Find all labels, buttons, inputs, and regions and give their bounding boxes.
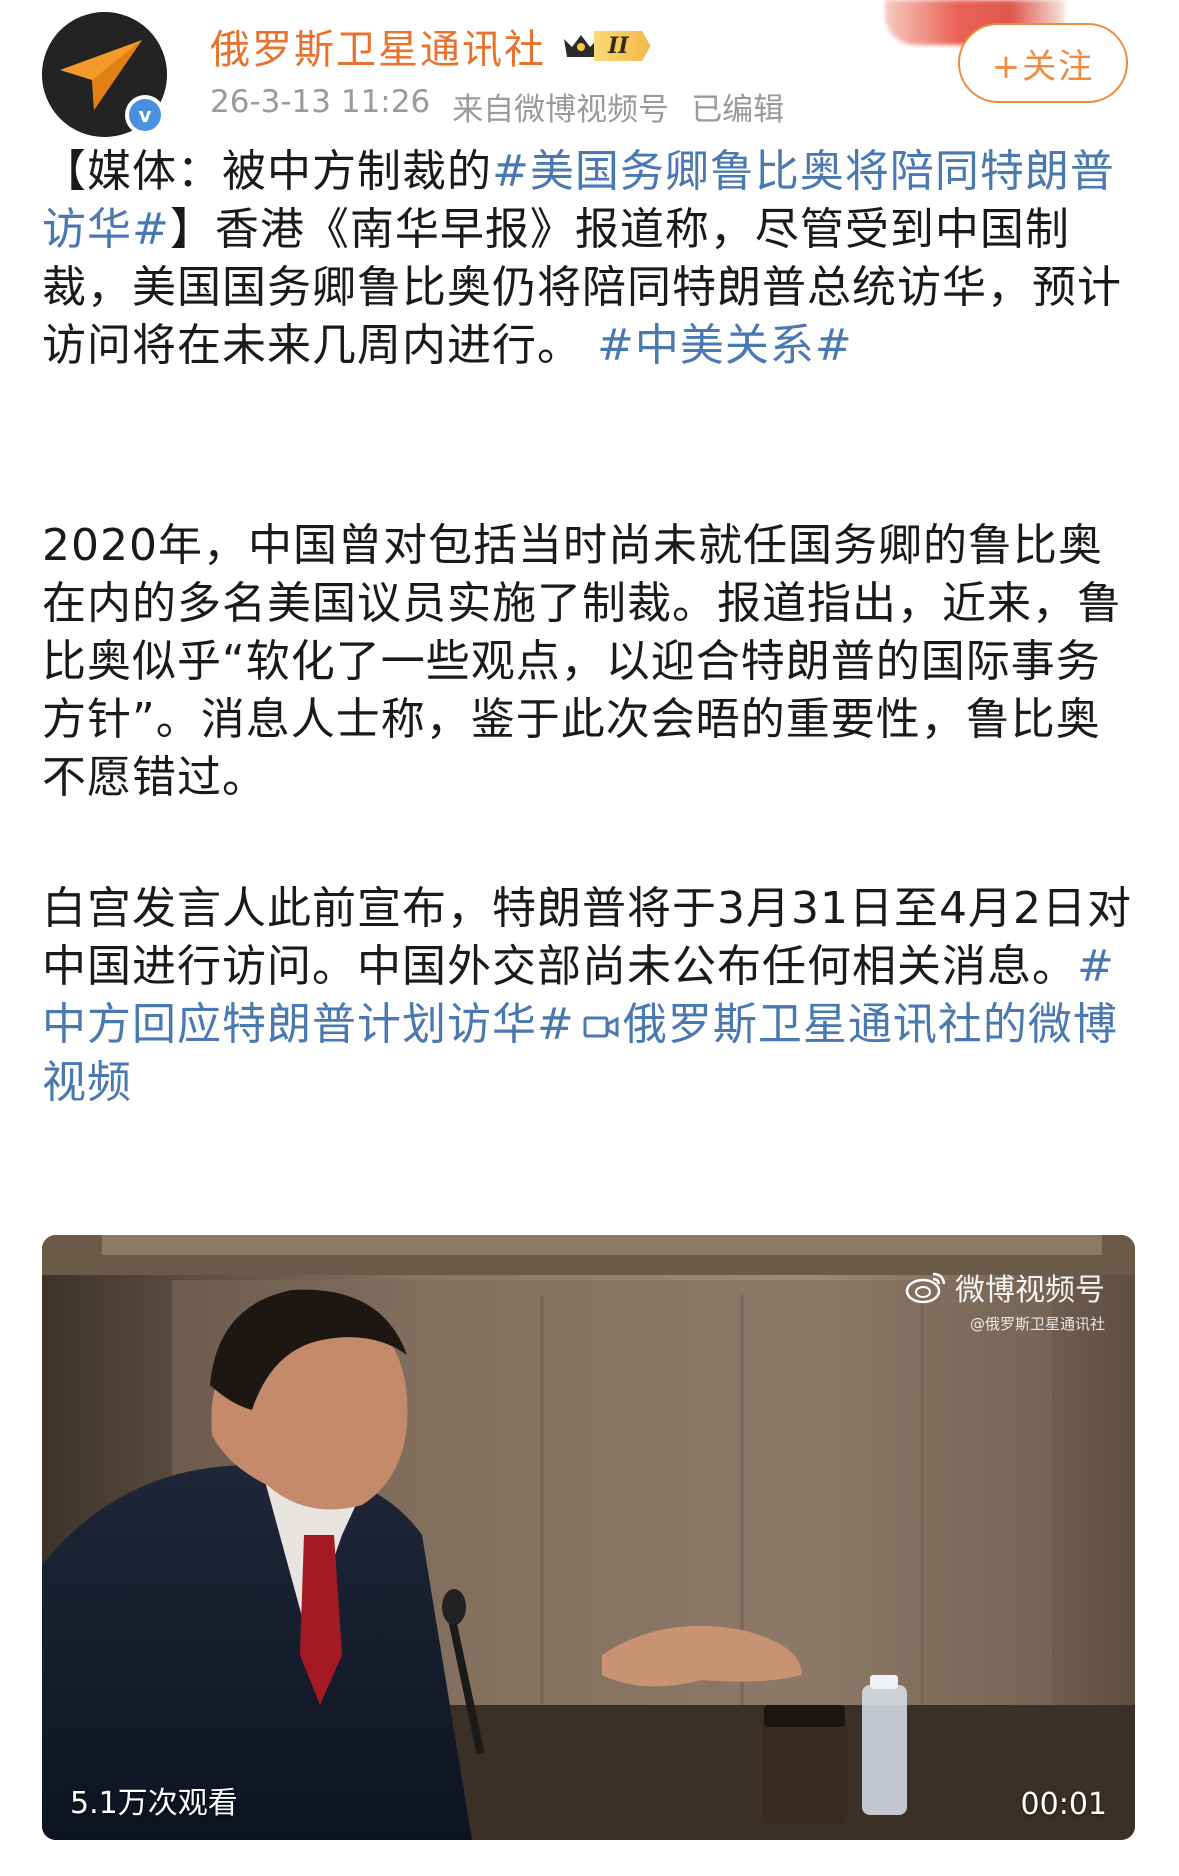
follow-button[interactable]: +关注 [958,23,1128,103]
paragraph-2: 2020年，中国曾对包括当时尚未就任国务卿的鲁比奥在内的多名美国议员实施了制裁。… [42,520,1122,803]
paragraph-1-text: 】香港《南华早报》报道称，尽管受到中国制裁，美国国务卿鲁比奥仍将陪同特朗普总统访… [42,204,1122,371]
video-watermark: 微博视频号 @俄罗斯卫星通讯社 [905,1265,1105,1334]
paragraph-1: 【媒体：被中方制裁的#美国务卿鲁比奥将陪同特朗普访华#】香港《南华早报》报道称，… [42,143,1142,375]
paragraph-3-text: 白宫发言人此前宣布，特朗普将于3月31日至4月2日对中国进行访问。中国外交部尚未… [42,883,1132,992]
paragraph-3: 白宫发言人此前宣布，特朗普将于3月31日至4月2日对中国进行访问。中国外交部尚未… [42,880,1142,1112]
rank-badge[interactable]: II [562,28,651,64]
edited-label[interactable]: 已编辑 [691,84,784,129]
post-meta: 26-3-13 11:26 来自微博视频号 已编辑 [210,84,784,129]
watermark-title: 微博视频号 [955,1273,1105,1308]
video-player[interactable]: 微博视频号 @俄罗斯卫星通讯社 5.1万次观看 00:01 [42,1235,1135,1840]
verified-icon: v [125,95,165,135]
author-name[interactable]: 俄罗斯卫星通讯社 [210,17,546,75]
hashtag-us-china-relations[interactable]: #中美关系# [597,320,853,371]
video-camera-icon [583,1016,619,1038]
weibo-logo-icon [905,1272,946,1304]
post-source[interactable]: 来自微博视频号 [452,84,669,129]
post-header: v 俄罗斯卫星通讯社 II 26-3-13 11:26 来自微博视频号 已编辑 … [0,0,1179,140]
rank-label: II [594,31,651,61]
post-timestamp: 26-3-13 11:26 [210,84,431,120]
view-count: 5.1万次观看 [70,1786,238,1821]
name-row: 俄罗斯卫星通讯社 II [210,18,651,74]
video-duration: 00:01 [1020,1787,1107,1822]
paragraph-1-open: 【媒体：被中方制裁的 [42,146,492,197]
watermark-handle: @俄罗斯卫星通讯社 [969,1315,1105,1333]
